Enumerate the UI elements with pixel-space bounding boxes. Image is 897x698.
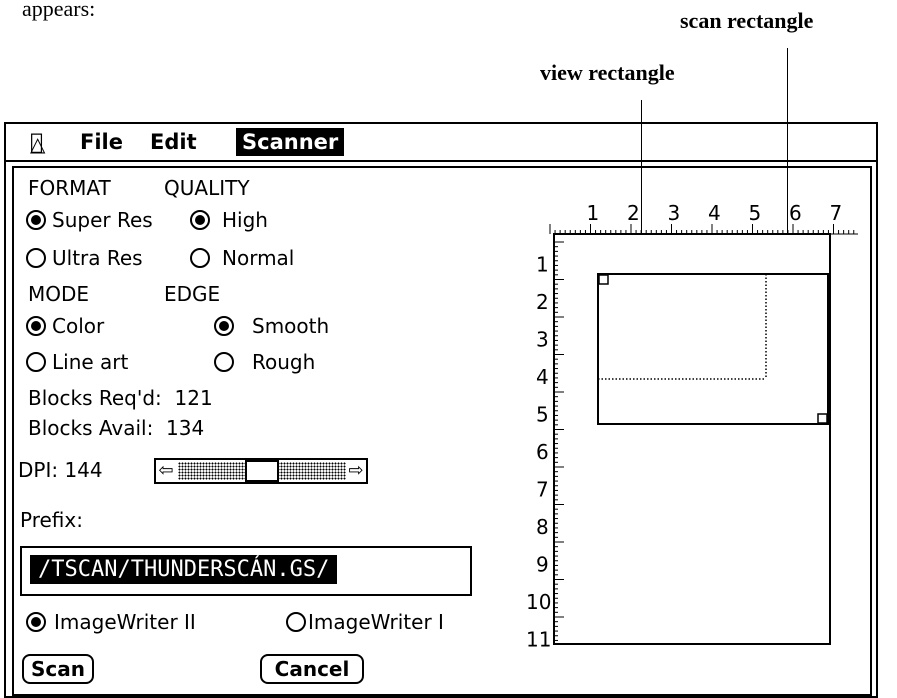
rough-label: Rough [252, 350, 316, 374]
ruler-left-label: 8 [536, 515, 549, 539]
ultra-res-label: Ultra Res [52, 246, 143, 270]
scan-rectangle-bottom-right-handle [817, 413, 828, 424]
smooth-label: Smooth [252, 314, 330, 338]
cancel-button[interactable]: Cancel [260, 654, 364, 684]
radio-dot [31, 617, 41, 627]
menu-scanner[interactable]: Scanner [236, 128, 345, 156]
color-radio[interactable] [26, 316, 46, 336]
quality-label: QUALITY [164, 176, 250, 200]
high-radio[interactable] [190, 210, 210, 230]
imagewriter-ii-label: ImageWriter II [54, 610, 196, 634]
ruler-left-label: 11 [526, 628, 551, 652]
prefix-value: /TSCAN/THUNDERSCÁN.GS/ [30, 555, 338, 584]
ruler-left-label: 4 [536, 365, 549, 389]
scan-rectangle-callout: scan rectangle [680, 8, 814, 33]
page-box [553, 233, 831, 645]
ruler-left-label: 2 [536, 290, 549, 314]
ruler-left-label: 3 [536, 328, 549, 352]
scan-button[interactable]: Scan [22, 654, 94, 684]
ruler-top-label: 3 [668, 201, 681, 225]
edge-label: EDGE [164, 282, 221, 306]
radio-dot [31, 321, 41, 331]
prefix-field[interactable]: /TSCAN/THUNDERSCÁN.GS/ [20, 546, 472, 596]
scanner-dialog: FORMAT QUALITY Super Res High Ultra Res … [12, 166, 872, 696]
ruler-top-label: 2 [627, 201, 640, 225]
blocks-reqd: Blocks Req'd: 121 [28, 386, 213, 410]
line-art-label: Line art [52, 350, 129, 374]
ruler-top-label: 6 [789, 201, 802, 225]
ruler-left-label: 5 [536, 403, 549, 427]
ruler-top-label: 4 [708, 201, 721, 225]
slider-thumb[interactable] [245, 460, 279, 482]
radio-dot [195, 215, 205, 225]
smooth-radio[interactable] [214, 316, 234, 336]
imagewriter-ii-radio[interactable] [26, 612, 46, 632]
imagewriter-i-label: ImageWriter I [308, 610, 444, 634]
color-label: Color [52, 314, 105, 338]
scanner-window:  △ File Edit Scanner FORMAT QUALITY Sup… [4, 122, 878, 698]
ruler-left-label: 7 [536, 478, 549, 502]
line-art-radio[interactable] [26, 352, 46, 372]
normal-label: Normal [222, 246, 295, 270]
format-label: FORMAT [28, 176, 111, 200]
imagewriter-i-radio[interactable] [286, 612, 306, 632]
ruler-top-label: 7 [830, 201, 843, 225]
dpi-slider[interactable]: ⇦ ⇨ [154, 458, 368, 484]
ruler-left-label: 9 [536, 553, 549, 577]
slider-right-arrow-icon[interactable]: ⇨ [346, 460, 366, 482]
ruler-left-label: 1 [536, 253, 549, 277]
menu-file[interactable]: File [74, 128, 129, 156]
prefix-label: Prefix: [20, 508, 83, 532]
menu-edit[interactable]: Edit [144, 128, 203, 156]
doc-text: appears: [22, 0, 96, 21]
view-rectangle-callout: view rectangle [540, 60, 675, 85]
radio-dot [31, 215, 41, 225]
ruler-top-label: 1 [587, 201, 600, 225]
ruler-left-label: 6 [536, 440, 549, 464]
mode-label: MODE [28, 282, 90, 306]
super-res-label: Super Res [52, 208, 153, 232]
ruler-left-label: 10 [526, 590, 551, 614]
apple-icon-glyph: △ [30, 132, 46, 156]
ruler-top-label: 5 [749, 201, 762, 225]
super-res-radio[interactable] [26, 210, 46, 230]
ultra-res-radio[interactable] [26, 248, 46, 268]
radio-dot [219, 321, 229, 331]
scan-rectangle-top-left-handle [598, 274, 609, 285]
normal-radio[interactable] [190, 248, 210, 268]
slider-left-arrow-icon[interactable]: ⇦ [156, 460, 176, 482]
rough-radio[interactable] [214, 352, 234, 372]
ruler-area: 1 2 3 4 5 6 7 1 2 3 4 5 6 7 8 9 10 11 [526, 201, 858, 652]
high-label: High [222, 208, 268, 232]
blocks-avail: Blocks Avail: 134 [28, 416, 205, 440]
menu-bar:  △ File Edit Scanner [6, 124, 876, 162]
dpi-label: DPI: 144 [18, 458, 103, 482]
